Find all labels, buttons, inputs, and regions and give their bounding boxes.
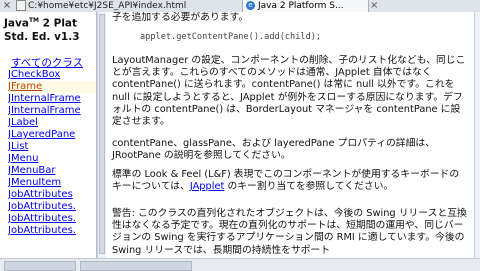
paragraph-warning: 警告: このクラスの直列化されたオブジェクトは、今後の Swing リリースと互… (112, 208, 467, 256)
tab-label: Java 2 Platform S... (258, 1, 344, 11)
class-link[interactable]: JList (8, 141, 96, 153)
class-list-frame: JavaTM 2 Plat Std. Ed. v1.3 すべてのクラス JChe… (0, 12, 98, 258)
class-link[interactable]: JobAttributes. (8, 213, 96, 225)
class-link[interactable]: JobAttributes (8, 189, 96, 201)
japplet-link[interactable]: JApplet (190, 181, 224, 192)
content-top-line: 子を追加する必要があります。 (112, 12, 249, 23)
title-line-2: 2 Plat (42, 17, 78, 30)
browser-icon: e (246, 1, 255, 10)
class-link[interactable]: JMenuItem (8, 177, 96, 189)
paragraph-layout-manager: LayoutManager の設定、コンポーネントの削除、子のリスト化なども、同… (112, 55, 466, 128)
class-link[interactable]: JLabel (8, 117, 96, 129)
paragraph-content-pane: contentPane、glassPane、および layeredPane プロ… (112, 138, 435, 162)
file-path-label: C:¥home¥etc¥J2SE_API¥index.html (28, 1, 187, 11)
class-link[interactable]: JLayeredPane (8, 129, 96, 141)
paragraph-look-and-feel: 標準の Look & Feel (L&F) 表現でこのコンポーネントが使用するキ… (112, 169, 468, 193)
lnf-text-post: のキー割り当てを参照してください。 (224, 181, 394, 193)
class-link[interactable]: JobAttributes. (8, 201, 96, 213)
class-link[interactable]: JInternalFrame (8, 105, 96, 117)
code-sample: applet.getContentPane().add(child); (140, 32, 322, 42)
all-classes-link[interactable]: すべてのクラス (11, 55, 83, 70)
class-link[interactable]: JInternalFrame (8, 93, 96, 105)
class-link[interactable]: JobAttributes. (8, 225, 96, 237)
class-link[interactable]: JCheckBox (8, 69, 96, 81)
close-icon[interactable]: × (2, 0, 12, 12)
file-icon (16, 0, 26, 11)
frame-title: JavaTM 2 Plat Std. Ed. v1.3 (4, 14, 96, 44)
left-scrollbar-thumb[interactable] (99, 14, 105, 254)
class-link[interactable]: JMenu (8, 153, 96, 165)
title-line-3: Std. Ed. v1.3 (4, 30, 80, 43)
title-line-1: Java (4, 17, 29, 30)
tab-file-path[interactable]: C:¥home¥etc¥J2SE_API¥index.html (16, 0, 241, 12)
content-frame: 子を追加する必要があります。 applet.getContentPane().a… (106, 12, 474, 258)
tab-java-platform[interactable]: e Java 2 Platform S... (242, 0, 369, 12)
status-bar (0, 258, 480, 271)
content-scrollbar[interactable] (474, 12, 480, 258)
tab-close-icon[interactable]: × (370, 0, 380, 12)
class-list: JCheckBox JFrame JInternalFrame JInterna… (8, 69, 96, 237)
class-link[interactable]: JMenuBar (8, 165, 96, 177)
class-link[interactable]: JFrame (8, 81, 96, 93)
left-scrollbar[interactable] (97, 12, 106, 258)
